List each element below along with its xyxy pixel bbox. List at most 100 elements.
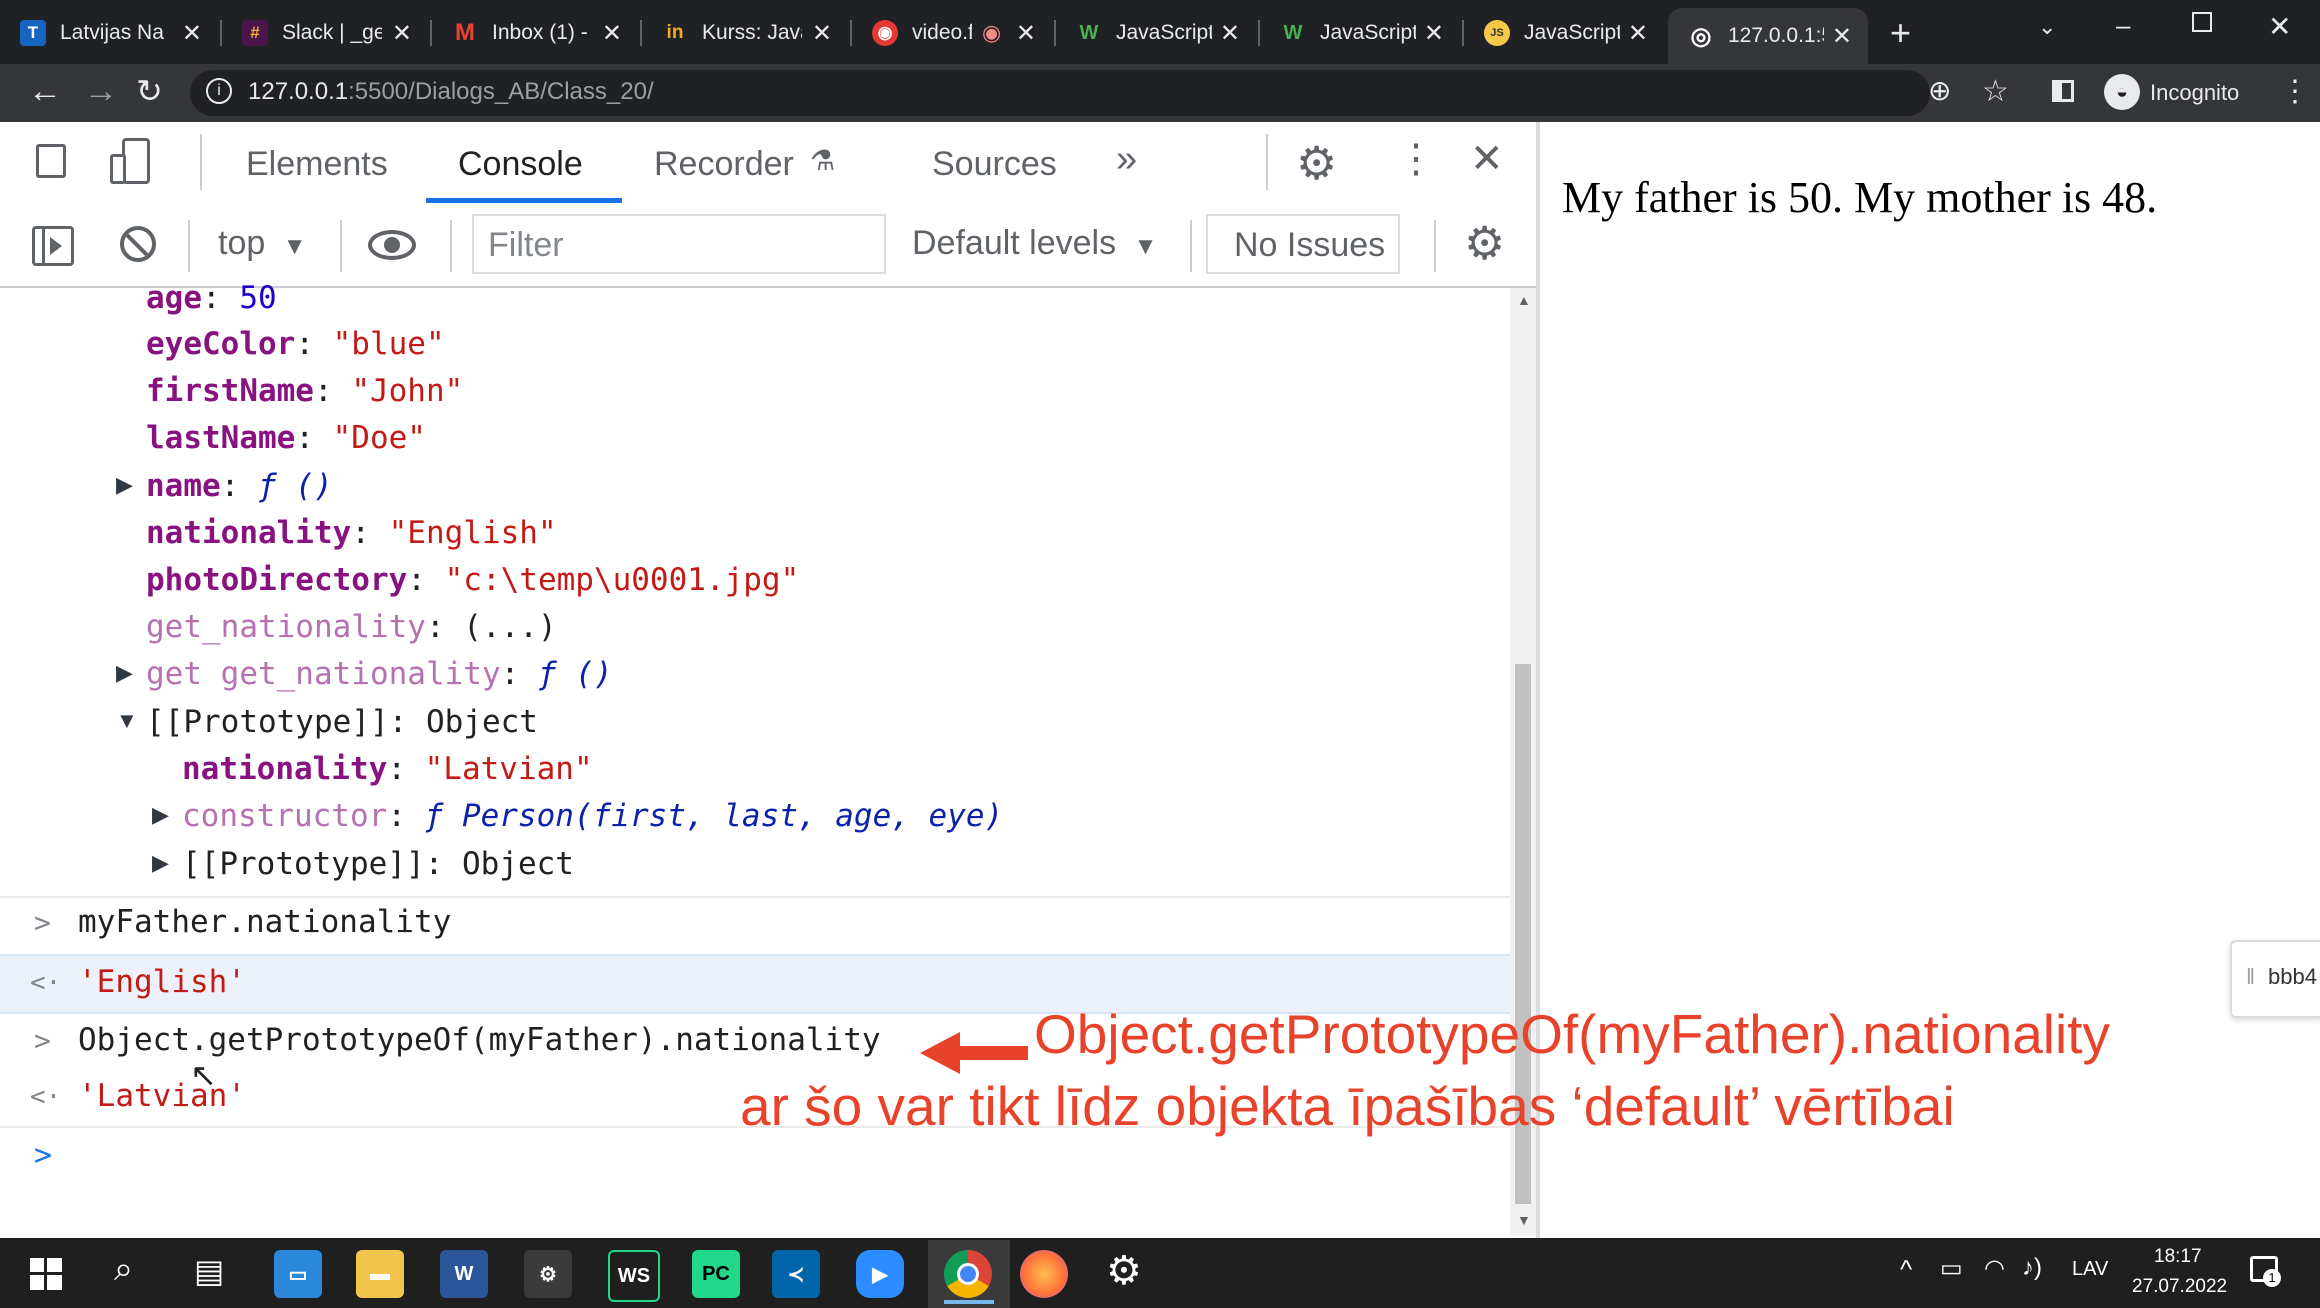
sidebar-toggle-icon[interactable] [32, 226, 74, 266]
task-view-icon[interactable]: ▤ [194, 1252, 224, 1290]
profile-label: Incognito [2150, 80, 2240, 105]
close-tab-icon[interactable]: ✕ [1832, 22, 1852, 51]
js-icon: JS [1484, 20, 1510, 46]
close-tab-icon[interactable]: ✕ [1016, 19, 1036, 48]
back-icon[interactable]: ← [28, 72, 62, 111]
file-explorer-icon[interactable]: ▬ [356, 1250, 404, 1298]
vscode-icon[interactable]: ≺ [772, 1250, 820, 1298]
command-text[interactable]: Object.getPrototypeOf(myFather).national… [78, 1022, 881, 1058]
context-selector[interactable]: top ▼ [218, 224, 306, 263]
issues-label: No Issues [1234, 226, 1386, 264]
tab-recorder[interactable]: Recorder [654, 145, 794, 184]
live-expression-eye-icon[interactable] [368, 226, 420, 264]
settings-gear-icon[interactable]: ⚙ [1296, 136, 1337, 190]
tab-elements[interactable]: Elements [246, 145, 388, 184]
w3schools-icon: W [1283, 21, 1303, 44]
pycharm-icon[interactable]: PC [692, 1250, 740, 1298]
battery-icon[interactable]: ▭ [1940, 1254, 1963, 1283]
bookmark-star-icon[interactable]: ☆ [1982, 74, 2009, 109]
incognito-icon: ◒ [2104, 74, 2140, 110]
prompt-chevron-icon: > [34, 906, 51, 939]
prop-prototype[interactable]: [[Prototype]]: Object [146, 704, 538, 740]
prop-getter[interactable]: get get_nationality: ƒ () [146, 656, 613, 692]
proto-prototype[interactable]: [[Prototype]]: Object [182, 846, 574, 882]
result-text: 'English' [78, 964, 246, 1000]
collapse-arrow-icon[interactable]: ▼ [116, 708, 138, 734]
scroll-down-icon[interactable]: ▼ [1517, 1212, 1531, 1228]
word-icon[interactable]: W [440, 1250, 488, 1298]
browser-tab[interactable]: # Slack | _ge ✕ [222, 8, 428, 58]
log-levels-dropdown[interactable]: Default levels ▼ [912, 224, 1157, 263]
forward-icon[interactable]: → [84, 72, 118, 111]
show-hidden-icons[interactable]: ^ [1900, 1254, 1912, 1285]
side-floating-tab[interactable]: ‖ bbb4 [2230, 940, 2320, 1018]
firefox-icon[interactable] [1020, 1250, 1068, 1298]
zoom-app-icon[interactable]: ▶ [856, 1250, 904, 1298]
app-icon[interactable]: ⚙ [524, 1250, 572, 1298]
browser-tab[interactable]: M Inbox (1) - ✕ [432, 8, 638, 58]
zoom-icon[interactable]: ⊕ [1928, 74, 1951, 107]
reload-icon[interactable]: ↻ [136, 72, 163, 110]
console-prompt[interactable]: > [0, 1130, 1510, 1186]
clear-console-icon[interactable] [120, 226, 156, 262]
expand-arrow-icon[interactable]: ▶ [152, 802, 169, 828]
minimize-icon[interactable]: – [2116, 10, 2130, 41]
close-devtools-icon[interactable]: ✕ [1470, 136, 1504, 182]
webstorm-icon[interactable]: WS [608, 1250, 660, 1302]
browser-menu-icon[interactable]: ⋮ [2280, 74, 2310, 109]
explorer-app-icon[interactable]: ▭ [274, 1250, 322, 1298]
close-tab-icon[interactable]: ✕ [1424, 19, 1444, 48]
close-tab-icon[interactable]: ✕ [392, 19, 412, 48]
tab-title: Latvijas Na [60, 21, 164, 44]
console-settings-icon[interactable]: ⚙ [1464, 216, 1505, 270]
site-info-icon[interactable]: i [206, 78, 232, 104]
browser-tab[interactable]: W JavaScript ✕ [1260, 8, 1460, 58]
device-toolbar-icon[interactable] [110, 138, 154, 184]
scroll-up-icon[interactable]: ▲ [1517, 292, 1531, 308]
new-tab-icon[interactable]: + [1890, 12, 1911, 54]
tab-console[interactable]: Console [458, 145, 583, 184]
prop-name[interactable]: name: ƒ () [146, 468, 333, 504]
devtools-menu-icon[interactable]: ⋮ [1396, 136, 1436, 182]
browser-tab[interactable]: in Kurss: Java ✕ [642, 8, 848, 58]
clock-time[interactable]: 18:17 [2154, 1246, 2202, 1268]
prop-lastname: lastName: "Doe" [146, 420, 426, 456]
tab-title: 127.0.0.1:5 [1728, 24, 1824, 47]
tab-sources[interactable]: Sources [932, 145, 1057, 184]
proto-constructor[interactable]: constructor: ƒ Person(first, last, age, … [182, 798, 1003, 834]
close-tab-icon[interactable]: ✕ [812, 19, 832, 48]
browser-tab[interactable]: JS JavaScript ✕ [1464, 8, 1664, 58]
command-text[interactable]: myFather.nationality [78, 904, 451, 940]
close-tab-icon[interactable]: ✕ [602, 19, 622, 48]
url-text[interactable]: 127.0.0.1:5500/Dialogs_AB/Class_20/ [248, 78, 654, 106]
notifications-icon[interactable]: 1 [2250, 1256, 2281, 1287]
windows-start-icon[interactable] [30, 1258, 62, 1290]
browser-tab[interactable]: ◉ video.f ◉ ✕ [852, 8, 1052, 58]
language-indicator[interactable]: LAV [2072, 1258, 2108, 1281]
settings-icon[interactable]: ⚙ [1106, 1248, 1142, 1294]
expand-arrow-icon[interactable]: ▶ [116, 472, 133, 498]
expand-arrow-icon[interactable]: ▶ [152, 850, 169, 876]
restore-icon[interactable] [2192, 12, 2212, 32]
expand-arrow-icon[interactable]: ▶ [116, 660, 133, 686]
more-tabs-icon[interactable]: » [1116, 138, 1137, 181]
prop-get-nationality[interactable]: get_nationality: (...) [146, 609, 557, 645]
volume-icon[interactable]: ♪) [2022, 1254, 2042, 1282]
search-icon[interactable]: ⌕ [114, 1250, 133, 1289]
wifi-icon[interactable]: ◠ [1984, 1254, 2005, 1283]
tab-search-icon[interactable]: ⌄ [2038, 14, 2056, 40]
close-tab-icon[interactable]: ✕ [1220, 19, 1240, 48]
clock-date[interactable]: 27.07.2022 [2132, 1276, 2227, 1298]
side-panel-icon[interactable] [2052, 80, 2074, 102]
close-window-icon[interactable]: ✕ [2268, 10, 2291, 43]
browser-tab-active[interactable]: ◎ 127.0.0.1:5 ✕ [1668, 8, 1868, 64]
browser-tab[interactable]: W JavaScript ✕ [1056, 8, 1256, 58]
chrome-icon[interactable] [944, 1250, 992, 1298]
issues-button[interactable]: No Issues [1206, 214, 1400, 274]
browser-tab[interactable]: T Latvijas Na ✕ [0, 8, 218, 58]
tab-title: JavaScript [1116, 21, 1212, 44]
close-tab-icon[interactable]: ✕ [182, 19, 202, 48]
filter-input[interactable]: Filter [472, 214, 886, 274]
inspect-element-icon[interactable] [36, 144, 66, 178]
close-tab-icon[interactable]: ✕ [1628, 19, 1648, 48]
